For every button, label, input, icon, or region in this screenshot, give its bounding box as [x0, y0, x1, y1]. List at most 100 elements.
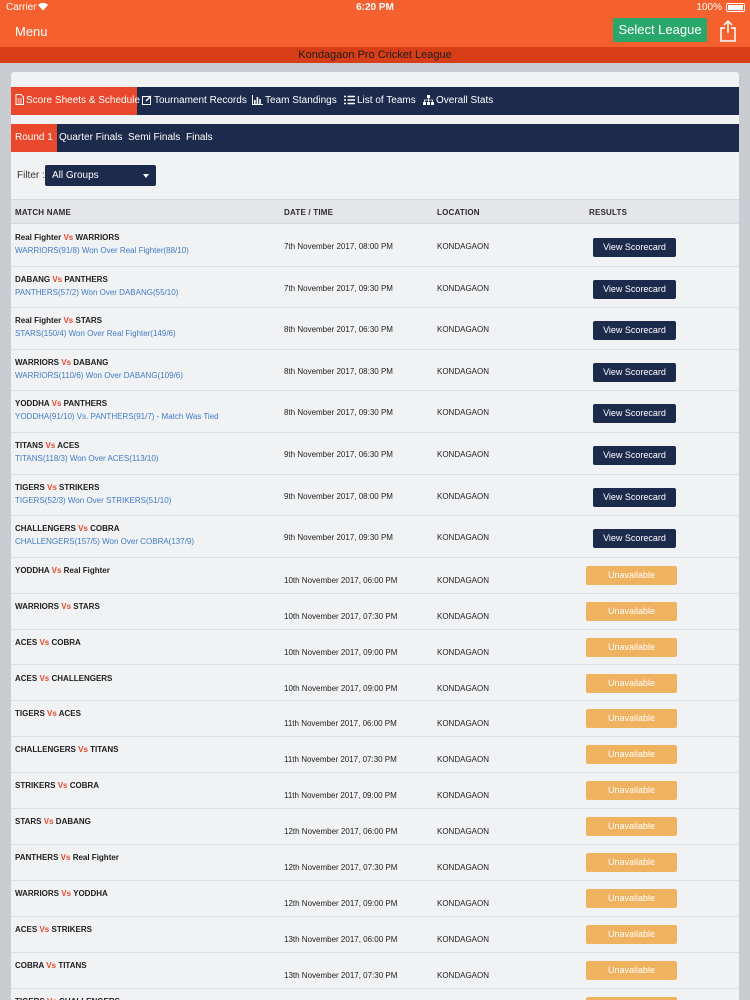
view-scorecard-button[interactable]: View Scorecard	[593, 404, 676, 424]
column-header-match-name: MATCH NAME	[15, 208, 72, 217]
view-scorecard-button[interactable]: View Scorecard	[593, 487, 676, 507]
table-row: CHALLENGERS Vs COBRA CHALLENGERS(157/5) W…	[11, 516, 739, 558]
team-away: ACES	[57, 441, 80, 450]
team-away: ACES	[58, 709, 81, 719]
menu-button[interactable]: Menu	[15, 24, 48, 39]
match-location: KONDAGAON	[437, 719, 490, 729]
match-date: 10th November 2017, 09:00 PM	[284, 683, 398, 693]
unavailable-button: Unavailable	[586, 960, 677, 980]
match-result: TITANS(118/3) Won Over ACES(113/10)	[15, 454, 159, 463]
match-location: KONDAGAON	[437, 827, 490, 837]
team-away: STARS	[75, 316, 103, 326]
table-row: TIGERS Vs STRIKERS TIGERS(52/3) Won Over …	[11, 475, 739, 517]
vs-label: Vs	[39, 924, 50, 934]
match-name: TIGERS Vs ACES	[15, 709, 81, 718]
tab-round-1[interactable]: Round 1	[11, 124, 57, 152]
vs-label: Vs	[57, 781, 68, 791]
team-home: PANTHERS	[15, 853, 59, 862]
match-location: KONDAGAON	[437, 533, 490, 543]
match-name: DABANG Vs PANTHERS	[15, 275, 108, 284]
tab-overall-stats[interactable]: Overall Stats	[419, 87, 499, 115]
vs-label: Vs	[60, 853, 71, 862]
table-row: ACES Vs COBRA 10th November 2017, 09:00 P…	[11, 630, 739, 666]
table-row: STARS Vs DABANG 12th November 2017, 06:00…	[11, 809, 739, 845]
team-away: COBRA	[69, 781, 100, 791]
tab-list-of-teams[interactable]: List of Teams	[340, 87, 420, 115]
tab-score-sheets[interactable]: Score Sheets & Schedule	[11, 87, 140, 115]
match-location: KONDAGAON	[437, 491, 490, 501]
match-name: ACES Vs COBRA	[15, 638, 81, 647]
view-scorecard-button[interactable]: View Scorecard	[593, 279, 676, 299]
vs-label: Vs	[78, 524, 88, 534]
match-location: KONDAGAON	[437, 863, 490, 872]
unavailable-button: Unavailable	[586, 924, 677, 944]
match-location: KONDAGAON	[437, 450, 490, 459]
table-row: Real Fighter Vs STARS STARS(150/4) Won Ov…	[11, 308, 739, 350]
match-location: KONDAGAON	[437, 611, 490, 621]
match-result: YODDHA(91/10) Vs. PANTHERS(91/7) - Match…	[15, 412, 219, 422]
unavailable-button: Unavailable	[586, 781, 677, 801]
team-away: CHALLENGERS	[59, 997, 120, 1000]
tab-semi-finals[interactable]: Semi Finals	[124, 124, 184, 152]
tab-label: Team Standings	[265, 95, 337, 106]
match-location: KONDAGAON	[437, 283, 490, 293]
view-scorecard-button[interactable]: View Scorecard	[593, 529, 676, 549]
status-bar: Carrier 6:20 PM 100%	[0, 0, 750, 16]
bar-chart-icon	[252, 95, 263, 105]
tab-finals[interactable]: Finals	[182, 124, 217, 152]
table-header: MATCH NAME DATE / TIME LOCATION RESULTS	[11, 199, 739, 224]
tab-team-standings[interactable]: Team Standings	[248, 87, 340, 115]
match-location: KONDAGAON	[437, 683, 490, 693]
team-away: STRIKERS	[51, 924, 92, 934]
schedule-card: Score Sheets & Schedule Tournament Recor…	[11, 72, 739, 1000]
column-header-results: RESULTS	[589, 208, 628, 217]
vs-label: Vs	[51, 565, 62, 575]
view-scorecard-button[interactable]: View Scorecard	[593, 362, 676, 382]
team-home: YODDHA	[15, 399, 50, 409]
table-row: TIGERS Vs CHALLENGERS Unavailable	[11, 989, 739, 1000]
unavailable-button: Unavailable	[586, 709, 677, 729]
match-location: KONDAGAON	[437, 934, 490, 944]
match-name: WARRIORS Vs STARS	[15, 602, 100, 611]
table-row: ACES Vs STRIKERS 13th November 2017, 06:0…	[11, 917, 739, 953]
unavailable-button: Unavailable	[586, 888, 677, 908]
match-name: TIGERS Vs STRIKERS	[15, 483, 100, 492]
select-league-button[interactable]: Select League	[613, 18, 707, 42]
tab-label: Overall Stats	[436, 95, 494, 106]
tab-label: List of Teams	[357, 95, 416, 106]
team-away: STRIKERS	[59, 482, 100, 492]
tab-quarter-finals[interactable]: Quarter Finals	[55, 124, 126, 152]
match-location: KONDAGAON	[437, 791, 490, 801]
filter-value: All Groups	[52, 170, 99, 181]
match-date: 12th November 2017, 06:00 PM	[284, 827, 398, 837]
view-scorecard-button[interactable]: View Scorecard	[593, 321, 676, 341]
match-location: KONDAGAON	[437, 325, 490, 335]
league-title: Kondagaon Pro Cricket League	[0, 47, 750, 63]
team-away: COBRA	[51, 637, 81, 647]
team-home: ACES	[15, 637, 38, 647]
table-row: WARRIORS Vs DABANG WARRIORS(110/6) Won Ov…	[11, 350, 739, 392]
team-home: ACES	[15, 673, 38, 683]
filter-dropdown[interactable]: All Groups	[45, 165, 156, 186]
match-result: WARRIORS(110/6) Won Over DABANG(109/6)	[15, 370, 183, 380]
match-name: ACES Vs CHALLENGERS	[15, 674, 112, 683]
team-away: TITANS	[58, 960, 87, 970]
vs-label: Vs	[47, 709, 57, 719]
share-icon[interactable]	[719, 19, 737, 42]
match-date: 8th November 2017, 08:30 PM	[284, 366, 393, 376]
team-away: DABANG	[73, 357, 109, 367]
match-date: 10th November 2017, 09:00 PM	[284, 647, 398, 657]
vs-label: Vs	[39, 673, 50, 683]
match-location: KONDAGAON	[437, 755, 490, 765]
team-home: YODDHA	[15, 565, 50, 575]
view-scorecard-button[interactable]: View Scorecard	[593, 238, 676, 257]
sitemap-icon	[423, 95, 434, 105]
match-date: 12th November 2017, 07:30 PM	[284, 863, 398, 872]
tab-tournament-records[interactable]: Tournament Records	[138, 87, 248, 115]
match-date: 10th November 2017, 07:30 PM	[284, 611, 398, 621]
vs-label: Vs	[51, 399, 62, 409]
vs-label: Vs	[46, 960, 57, 970]
team-home: CHALLENGERS	[15, 745, 76, 755]
tab-label: Tournament Records	[154, 95, 247, 106]
view-scorecard-button[interactable]: View Scorecard	[593, 446, 676, 465]
